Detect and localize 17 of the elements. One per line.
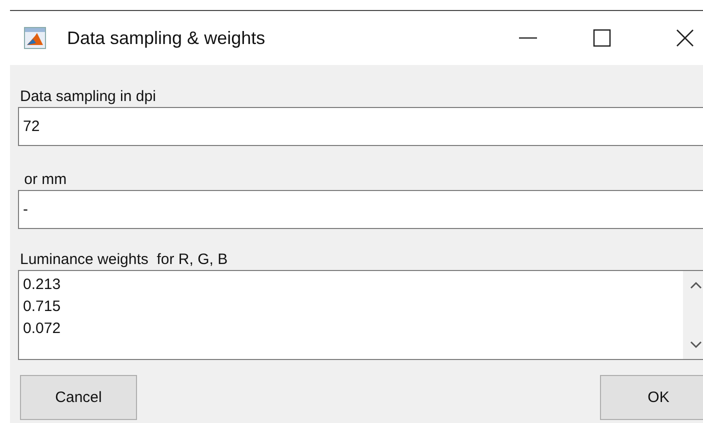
close-icon[interactable] xyxy=(676,29,694,47)
field-label: or mm xyxy=(23,170,68,190)
weight-value: 0.072 xyxy=(23,319,61,339)
weight-value: 0.213 xyxy=(23,275,61,295)
maximize-icon[interactable] xyxy=(593,29,611,47)
ok-button[interactable]: OK xyxy=(600,375,703,420)
scroll-up-icon[interactable] xyxy=(690,281,702,289)
field-label: Luminance weights for R, G, B xyxy=(20,250,229,270)
window-title: Data sampling & weights xyxy=(67,28,266,48)
cancel-button[interactable]: Cancel xyxy=(20,375,137,420)
field-label: Data sampling in dpi xyxy=(20,87,157,107)
scroll-down-icon[interactable] xyxy=(690,341,702,349)
input-field[interactable]: - xyxy=(18,190,703,229)
input-field[interactable]: 72 xyxy=(18,107,703,146)
text-area[interactable]: 0.213 0.715 0.072 xyxy=(18,270,703,360)
weight-value: 0.715 xyxy=(23,297,61,317)
app-icon xyxy=(24,27,46,49)
